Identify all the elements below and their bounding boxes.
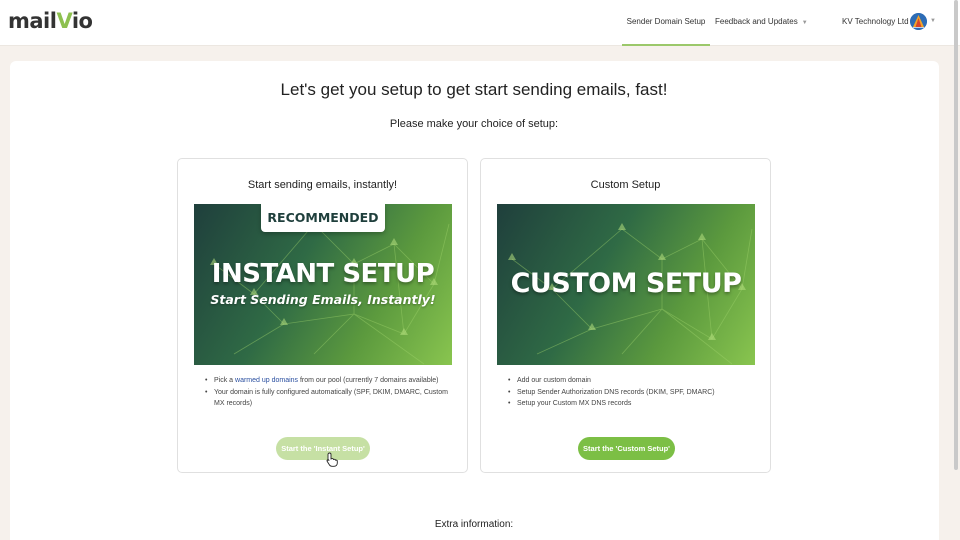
list-item: Your domain is fully configured automati…	[204, 387, 454, 410]
page-headline: Let's get you setup to get start sending…	[280, 80, 668, 99]
custom-setup-feature-list: Add our custom domain Setup Sender Autho…	[507, 375, 757, 410]
instant-setup-card-title: Start sending emails, instantly!	[247, 179, 398, 191]
instant-setup-feature-list: Pick a warmed up domains from our pool (…	[204, 375, 454, 410]
start-instant-setup-button[interactable]: Start the 'Instant Setup'	[276, 437, 370, 460]
company-logo-avatar-icon[interactable]	[910, 13, 927, 30]
chevron-down-icon: ▼	[801, 20, 808, 26]
nav-sender-domain-setup-label: Sender Domain Setup	[626, 17, 706, 26]
custom-setup-card: Custom Setup CUSTOM SETUP Add our custom…	[480, 158, 771, 473]
list-item: Pick a warmed up domains from our pool (…	[204, 375, 454, 387]
extra-information-heading: Extra information:	[434, 519, 514, 530]
custom-setup-card-title: Custom Setup	[590, 179, 661, 191]
instant-setup-banner-subtitle: Start Sending Emails, Instantly!	[210, 292, 436, 307]
nav-feedback-label: Feedback and Updates	[715, 17, 798, 26]
logo-v: V	[56, 9, 72, 33]
instant-setup-banner: RECOMMENDED INSTANT SETUP Start Sending …	[194, 204, 452, 365]
page-scrollbar[interactable]	[954, 0, 958, 470]
top-navigation-bar: mailVio Sender Domain Setup Feedback and…	[0, 0, 960, 46]
nav-sender-domain-setup[interactable]: Sender Domain Setup	[622, 0, 710, 46]
nav-feedback-and-updates[interactable]: Feedback and Updates ▼	[715, 0, 808, 46]
feature-text: Your domain is fully configured automati…	[214, 388, 448, 408]
recommended-badge: RECOMMENDED	[261, 204, 385, 232]
feature-text: Pick a	[214, 377, 236, 384]
setup-choice-panel	[10, 61, 939, 540]
list-item: Add our custom domain	[507, 375, 757, 387]
list-item: Setup Sender Authorization DNS records (…	[507, 387, 757, 399]
custom-setup-banner: CUSTOM SETUP	[497, 204, 755, 365]
account-company-name: KV Technology Ltd	[842, 17, 909, 26]
page-subline: Please make your choice of setup:	[389, 118, 559, 130]
account-chevron-down-icon[interactable]: ▼	[930, 18, 936, 24]
logo-prefix: mail	[8, 9, 57, 33]
account-menu[interactable]: KV Technology Ltd	[842, 0, 909, 46]
logo-suffix: io	[71, 9, 93, 33]
feature-text: from our pool (currently 7 domains avail…	[298, 377, 439, 384]
instant-setup-banner-title: INSTANT SETUP	[211, 259, 435, 289]
start-custom-setup-button[interactable]: Start the 'Custom Setup'	[578, 437, 675, 460]
custom-setup-banner-title: CUSTOM SETUP	[510, 268, 742, 299]
hand-pointer-icon	[326, 452, 338, 467]
mailvio-logo[interactable]: mailVio	[8, 9, 93, 33]
warmed-up-domains-link[interactable]: warmed up domains	[235, 377, 298, 384]
list-item: Setup your Custom MX DNS records	[507, 398, 757, 410]
instant-setup-card: Start sending emails, instantly! RECOMME…	[177, 158, 468, 473]
